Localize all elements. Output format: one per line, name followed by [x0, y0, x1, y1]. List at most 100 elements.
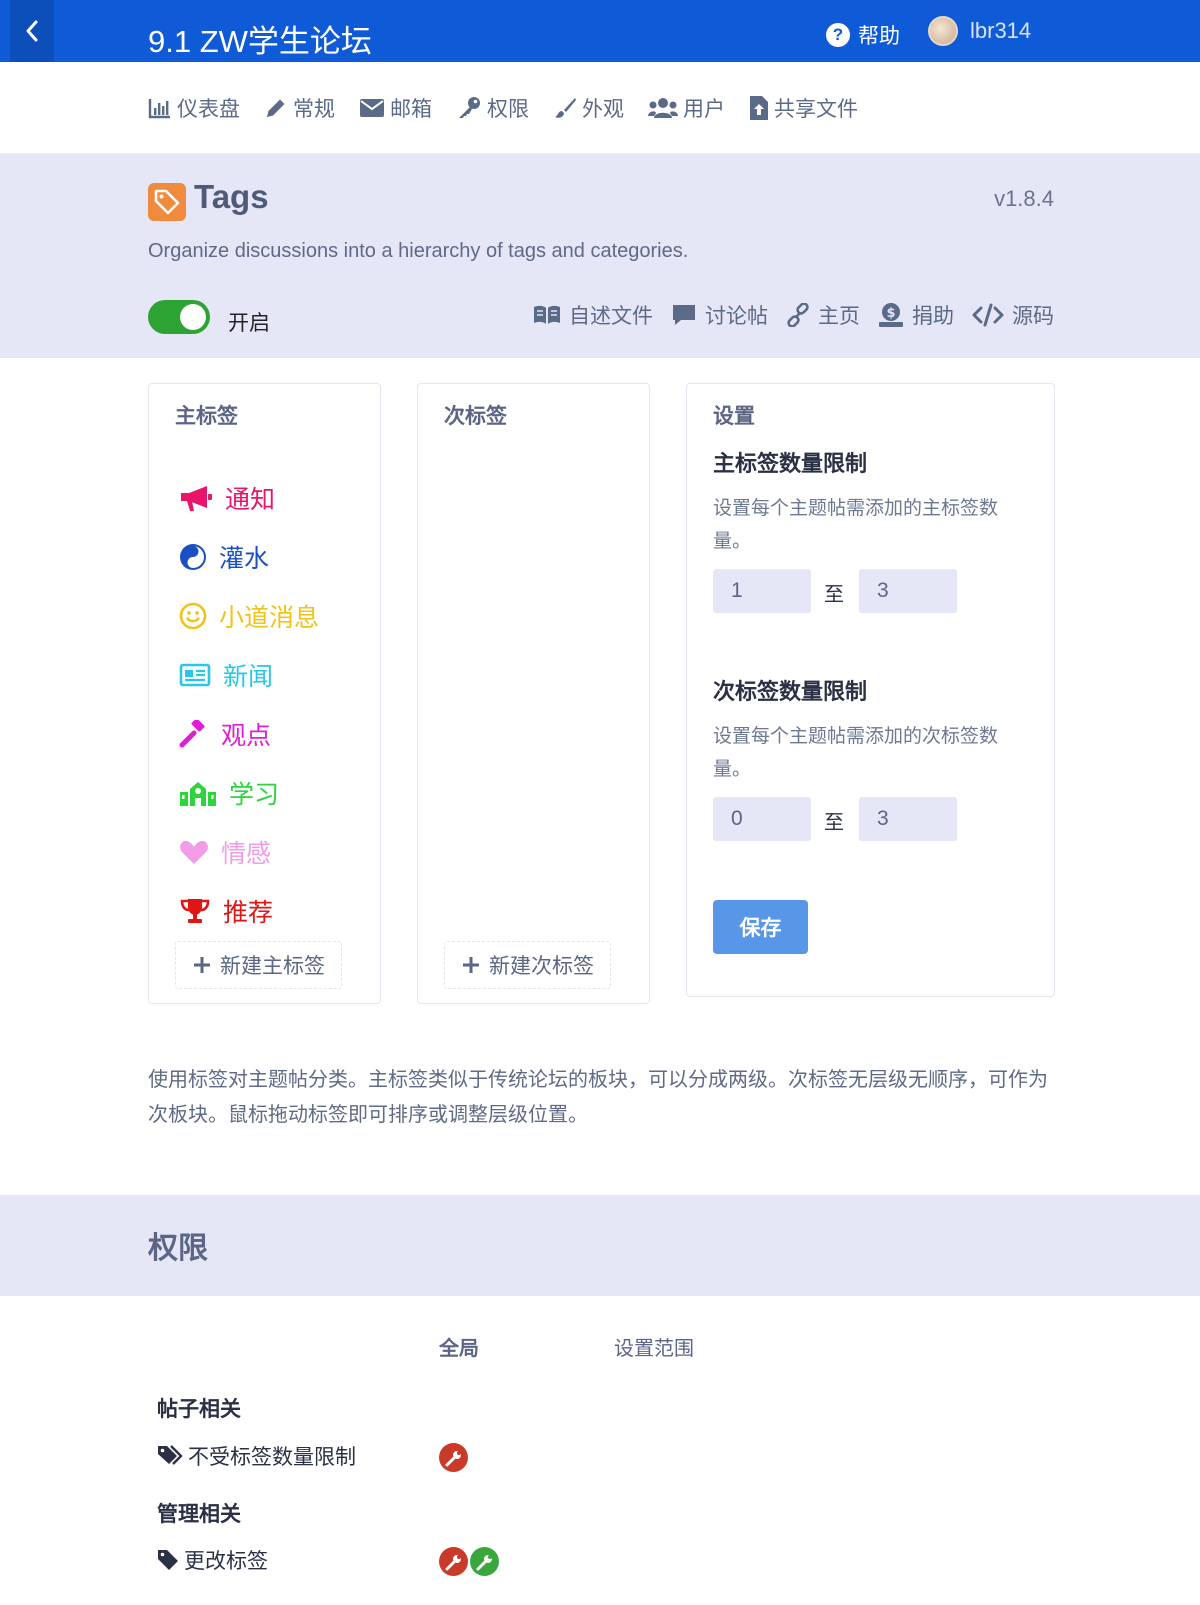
trophy-icon — [180, 898, 210, 923]
nav-permissions[interactable]: 权限 — [456, 93, 529, 123]
nav-shared-files[interactable]: 共享文件 — [749, 93, 858, 123]
donate-icon: $ — [879, 303, 903, 327]
readme-label: 自述文件 — [569, 304, 653, 328]
forum-title[interactable]: 9.1 ZW学生论坛 — [148, 16, 372, 61]
bullhorn-icon — [181, 485, 212, 511]
book-icon — [534, 305, 560, 324]
primary-limit-title: 主标签数量限制 — [713, 452, 868, 477]
permission-row-change-tags: 更改标签 — [157, 1545, 268, 1575]
nav-label: 外观 — [582, 97, 624, 121]
donate-label: 捐助 — [912, 304, 954, 328]
tag-item-study[interactable]: 学习 — [179, 763, 319, 822]
readme-link[interactable]: 自述文件 — [533, 300, 653, 330]
source-label: 源码 — [1012, 304, 1054, 328]
code-icon — [972, 303, 1004, 327]
tag-label: 灌水 — [219, 543, 270, 573]
settings-panel: 设置 主标签数量限制 设置每个主题帖需添加的主标签数量。 至 次标签数量限制 设… — [686, 383, 1055, 997]
nav-dashboard[interactable]: 仪表盘 — [148, 93, 240, 123]
help-button[interactable]: ? 帮助 — [826, 20, 900, 50]
school-icon — [180, 781, 216, 806]
tag-label: 观点 — [221, 720, 272, 750]
username: lbr314 — [970, 18, 1032, 43]
plus-icon — [194, 957, 210, 973]
nav-label: 仪表盘 — [177, 97, 240, 121]
nav-mail[interactable]: 邮箱 — [359, 93, 432, 123]
tag-item-news[interactable]: 新闻 — [179, 645, 319, 704]
tag-item-emotion[interactable]: 情感 — [179, 822, 319, 881]
nav-label: 邮箱 — [390, 97, 432, 121]
tag-label: 小道消息 — [219, 602, 320, 632]
wrench-icon[interactable] — [439, 1547, 468, 1576]
plus-icon — [463, 957, 479, 973]
file-upload-icon — [750, 96, 768, 120]
nav-label: 共享文件 — [774, 97, 858, 121]
permissions-column-global: 全局 — [439, 1336, 479, 1360]
avatar — [928, 16, 958, 46]
nav-users[interactable]: 用户 — [648, 93, 725, 123]
discussion-label: 讨论帖 — [705, 304, 768, 328]
tags-icon — [158, 1445, 183, 1465]
admin-nav: 仪表盘 常规 邮箱 权限 外观 用户 共享文件 — [148, 88, 858, 128]
tag-item-chat[interactable]: 灌水 — [179, 527, 319, 586]
extension-description: Organize discussions into a hierarchy of… — [148, 240, 689, 262]
secondary-min-input[interactable] — [713, 797, 811, 841]
save-button[interactable]: 保存 — [713, 900, 808, 954]
new-secondary-tag-label: 新建次标签 — [489, 954, 594, 978]
nav-appearance[interactable]: 外观 — [553, 93, 624, 123]
tag-label: 学习 — [229, 779, 280, 809]
primary-limit-description: 设置每个主题帖需添加的主标签数量。 — [713, 497, 999, 552]
smile-icon — [179, 602, 207, 629]
back-button[interactable] — [10, 0, 54, 62]
range-to-label: 至 — [824, 810, 844, 834]
enable-toggle[interactable] — [148, 300, 210, 334]
source-link[interactable]: 源码 — [972, 300, 1054, 330]
permission-group-moderation: 管理相关 — [157, 1502, 241, 1526]
toggle-label: 开启 — [228, 311, 270, 335]
wrench-icon[interactable] — [470, 1547, 499, 1576]
envelope-icon — [360, 99, 384, 117]
tag-item-notice[interactable]: 通知 — [179, 468, 319, 527]
top-bar: 9.1 ZW学生论坛 ? 帮助 lbr314 — [0, 0, 1200, 62]
permission-global-cell — [439, 1443, 468, 1472]
secondary-limit-title: 次标签数量限制 — [713, 680, 868, 705]
nav-label: 常规 — [293, 97, 335, 121]
nav-general[interactable]: 常规 — [264, 93, 335, 123]
new-primary-tag-button[interactable]: 新建主标签 — [175, 941, 342, 989]
link-icon — [787, 303, 809, 327]
homepage-link[interactable]: 主页 — [786, 300, 860, 330]
secondary-max-input[interactable] — [859, 797, 957, 841]
extension-header: Tags v1.8.4 Organize discussions into a … — [0, 153, 1200, 358]
range-to-label: 至 — [824, 582, 844, 606]
primary-max-input[interactable] — [859, 569, 957, 613]
wrench-icon[interactable] — [439, 1443, 468, 1472]
tag-label: 情感 — [221, 838, 272, 868]
tag-item-opinion[interactable]: 观点 — [179, 704, 319, 763]
tag-label: 通知 — [225, 484, 276, 514]
tag-label: 推荐 — [223, 897, 274, 927]
tags-help-text: 使用标签对主题帖分类。主标签类似于传统论坛的板块，可以分成两级。次标签无层级无顺… — [148, 1067, 1048, 1126]
primary-min-input[interactable] — [713, 569, 811, 613]
permission-global-cell — [439, 1547, 499, 1576]
tag-item-gossip[interactable]: 小道消息 — [179, 586, 319, 645]
donate-link[interactable]: $ 捐助 — [878, 300, 954, 330]
newspaper-icon — [179, 663, 211, 686]
permissions-column-scope: 设置范围 — [614, 1336, 694, 1360]
discussion-link[interactable]: 讨论帖 — [671, 300, 768, 330]
nav-label: 用户 — [683, 97, 725, 121]
key-icon — [459, 97, 480, 118]
secondary-tags-heading: 次标签 — [444, 404, 507, 428]
yin-yang-icon — [180, 543, 206, 570]
new-secondary-tag-button[interactable]: 新建次标签 — [444, 941, 611, 989]
primary-tags-heading: 主标签 — [175, 404, 238, 428]
users-icon — [648, 98, 678, 118]
extension-title: Tags — [194, 178, 269, 215]
nav-label: 权限 — [487, 97, 529, 121]
settings-heading: 设置 — [713, 404, 755, 428]
help-label: 帮助 — [858, 24, 900, 48]
question-circle-icon: ? — [826, 23, 850, 47]
chevron-left-icon — [26, 20, 38, 42]
user-menu[interactable]: lbr314 — [928, 16, 1031, 46]
gavel-icon — [179, 719, 205, 747]
primary-tag-list: 通知 灌水 小道消息 新闻 观点 学习 情感 推荐 — [179, 468, 319, 940]
tag-item-recommend[interactable]: 推荐 — [179, 881, 319, 940]
